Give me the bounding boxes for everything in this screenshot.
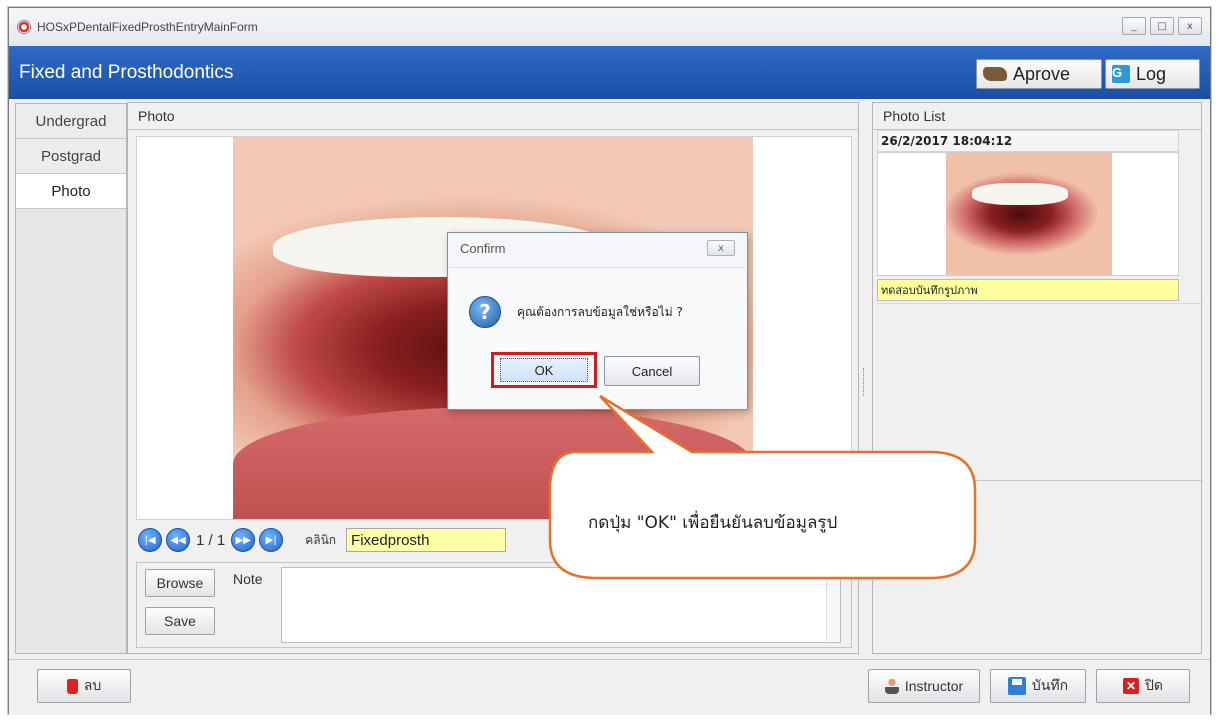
close-icon: ✕ xyxy=(1123,678,1139,694)
log-icon: G xyxy=(1112,65,1130,83)
dialog-title: Confirm xyxy=(460,240,506,256)
dialog-close-button[interactable]: x xyxy=(707,240,735,256)
floppy-icon xyxy=(1007,677,1026,695)
aprove-label: Aprove xyxy=(1013,63,1071,84)
bottom-toolbar: ลบ Instructor บันทึก ✕ ปิด xyxy=(9,659,1210,715)
cancel-button[interactable]: Cancel xyxy=(604,356,700,386)
clinic-label: คลินิก xyxy=(305,532,337,547)
note-area: Browse Save Note xyxy=(136,562,852,648)
thumbnail-image xyxy=(946,153,1112,275)
window-controls: _ □ x xyxy=(1122,17,1202,35)
photo-list-panel: Photo List 26/2/2017 18:04:12 ทดสอบบันทึ… xyxy=(872,102,1203,654)
title-bar: HOSxPDentalFixedProsthEntryMainForm _ □ … xyxy=(9,8,1210,46)
form-title: Fixed and Prosthodontics xyxy=(19,61,234,83)
close-button[interactable]: x xyxy=(1178,17,1202,35)
aprove-button[interactable]: Aprove xyxy=(976,59,1102,89)
photo-list-date: 26/2/2017 18:04:12 xyxy=(877,130,1179,152)
log-button[interactable]: G Log xyxy=(1105,59,1200,89)
delete-button[interactable]: ลบ xyxy=(37,669,131,703)
side-tabs: Undergrad Postgrad Photo xyxy=(15,103,127,654)
instructor-button[interactable]: Instructor xyxy=(868,669,980,703)
tab-undergrad[interactable]: Undergrad xyxy=(16,104,126,139)
note-scrollbar[interactable] xyxy=(826,568,840,642)
form-header: Fixed and Prosthodontics Aprove G Log xyxy=(9,46,1210,99)
note-label: Note xyxy=(233,571,263,587)
photo-save-button[interactable]: Save xyxy=(145,607,215,635)
instructor-label: Instructor xyxy=(904,678,964,694)
app-icon xyxy=(17,20,31,34)
last-record-icon[interactable]: ▶| xyxy=(259,528,284,552)
question-icon: ? xyxy=(469,296,501,328)
tab-postgrad[interactable]: Postgrad xyxy=(16,139,126,174)
maximize-button[interactable]: □ xyxy=(1150,17,1174,35)
handshake-icon xyxy=(983,67,1007,81)
save-label: บันทึก xyxy=(1031,677,1069,693)
ok-button[interactable]: OK xyxy=(500,358,588,382)
clinic-field[interactable]: Fixedprosth xyxy=(346,528,507,552)
window-title: HOSxPDentalFixedProsthEntryMainForm xyxy=(37,20,258,34)
photo-panel-title: Photo xyxy=(128,103,858,130)
photo-list-title: Photo List xyxy=(873,103,1201,130)
close-form-button[interactable]: ✕ ปิด xyxy=(1096,669,1190,703)
photo-navigator: |◀ ◀◀ 1 / 1 ▶▶ ▶| คลินิก Fixedprosth xyxy=(136,523,852,557)
next-record-icon[interactable]: ▶▶ xyxy=(231,528,256,552)
tab-photo[interactable]: Photo xyxy=(16,174,126,209)
lip-image-part xyxy=(233,407,753,519)
delete-label: ลบ xyxy=(83,677,102,693)
record-counter: 1 / 1 xyxy=(196,531,226,549)
panel-splitter[interactable] xyxy=(863,368,865,396)
save-button[interactable]: บันทึก xyxy=(990,669,1086,703)
photo-list-body xyxy=(877,303,1203,481)
first-record-icon[interactable]: |◀ xyxy=(138,528,162,552)
close-label: ปิด xyxy=(1145,677,1163,693)
log-label: Log xyxy=(1136,63,1167,84)
dialog-message: คุณต้องการลบข้อมูลใช่หรือไม่ ? xyxy=(517,305,683,319)
photo-list-note[interactable]: ทดสอบบันทึกรูปภาพ xyxy=(877,279,1179,301)
trash-icon xyxy=(66,678,78,694)
browse-button[interactable]: Browse xyxy=(145,569,215,597)
person-icon xyxy=(884,678,899,694)
prev-record-icon[interactable]: ◀◀ xyxy=(166,528,190,552)
photo-thumbnail[interactable] xyxy=(877,152,1179,276)
minimize-button[interactable]: _ xyxy=(1122,17,1146,35)
note-field[interactable] xyxy=(281,567,841,643)
